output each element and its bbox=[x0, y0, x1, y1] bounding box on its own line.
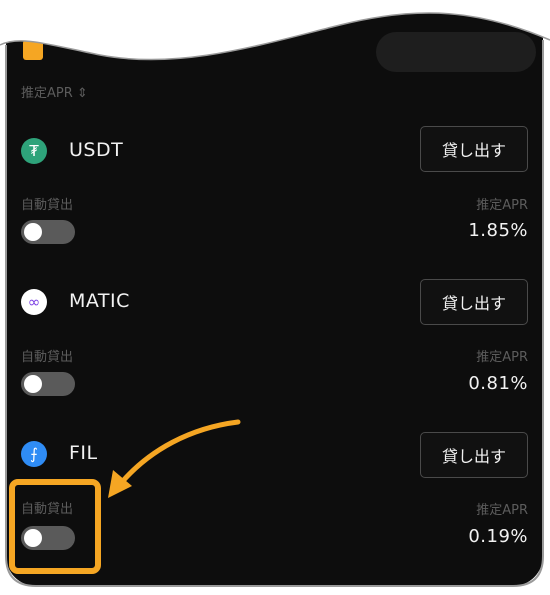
auto-lend-toggle-usdt[interactable] bbox=[21, 220, 75, 244]
torn-edge-overlay bbox=[0, 0, 550, 61]
apr-value-fil: 0.19% bbox=[468, 526, 528, 547]
apr-label-fil: 推定APR bbox=[476, 503, 528, 518]
lend-button-fil[interactable]: 貸し出す bbox=[420, 432, 528, 478]
matic-icon: ∞ bbox=[21, 289, 47, 315]
auto-lend-toggle-matic[interactable] bbox=[21, 372, 75, 396]
apr-value-usdt: 1.85% bbox=[468, 220, 528, 241]
highlight-box bbox=[9, 479, 101, 574]
app-frame: 推定APR ⇕ ₮ USDT 貸し出す 自動貸出 推定APR 1.85% ∞ M… bbox=[0, 0, 550, 595]
apr-value-matic: 0.81% bbox=[468, 373, 528, 394]
sort-apr-header[interactable]: 推定APR ⇕ bbox=[21, 82, 88, 101]
usdt-icon: ₮ bbox=[21, 138, 47, 164]
auto-lend-label-usdt: 自動貸出 bbox=[21, 198, 74, 213]
coin-name-matic: MATIC bbox=[69, 290, 130, 312]
coin-name-fil: FIL bbox=[69, 442, 98, 464]
toggle-knob bbox=[24, 223, 42, 241]
apr-label-usdt: 推定APR bbox=[476, 198, 528, 213]
auto-lend-label-matic: 自動貸出 bbox=[21, 350, 74, 365]
toggle-knob bbox=[24, 375, 42, 393]
fil-icon: ⨍ bbox=[21, 441, 47, 467]
apr-label-matic: 推定APR bbox=[476, 350, 528, 365]
lend-button-matic[interactable]: 貸し出す bbox=[420, 279, 528, 325]
lend-button-usdt[interactable]: 貸し出す bbox=[420, 126, 528, 172]
coin-name-usdt: USDT bbox=[69, 139, 124, 161]
